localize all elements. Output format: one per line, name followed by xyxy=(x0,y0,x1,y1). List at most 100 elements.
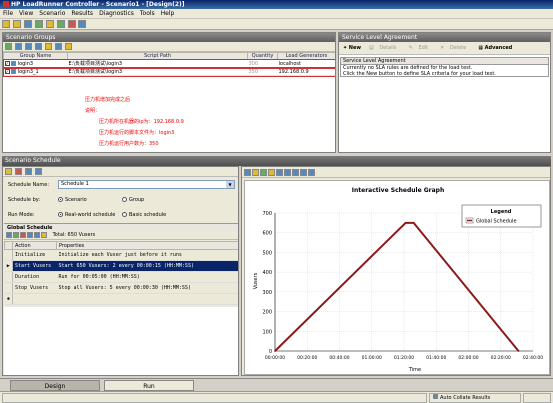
new-schedule-icon[interactable] xyxy=(5,168,12,175)
remove-action-icon[interactable] xyxy=(20,232,26,238)
col-group-name[interactable]: Group Name xyxy=(3,52,68,60)
window-title-bar: HP LoadRunner Controller - Scenario1 - [… xyxy=(0,0,553,9)
interactive-schedule-graph[interactable]: Interactive Schedule Graph Vusers Time 0… xyxy=(244,180,550,375)
table-row[interactable]: Initialize Initialize each Vuser just be… xyxy=(4,249,238,261)
auto-collate-status: Auto Collate Results xyxy=(429,393,521,403)
vusers-icon[interactable] xyxy=(14,43,22,50)
start-icon[interactable] xyxy=(5,43,12,50)
script-path: E:\负载项目测试\login3 xyxy=(67,67,248,76)
chevron-down-icon[interactable]: ▼ xyxy=(226,181,234,188)
x-tick-label: 01:40:00 xyxy=(426,355,446,361)
total-vusers: Total: 650 Vusers xyxy=(52,232,96,238)
legend-series-name: Global Schedule xyxy=(476,219,517,225)
stop-icon[interactable] xyxy=(67,20,76,28)
col-load-generators[interactable]: Load Generators xyxy=(277,52,335,60)
properties-cell: Start 650 Vusers: 2 every 00:00:15 (HH:M… xyxy=(56,260,238,272)
menu-results[interactable]: Results xyxy=(68,9,96,19)
global-schedule-table: Action Properties Initialize Initialize … xyxy=(4,241,238,305)
table-row[interactable]: ✓ login3_1 E:\负载项目测试\login3 350 192.168.… xyxy=(3,66,335,77)
help-icon[interactable] xyxy=(78,20,87,28)
group-enabled-checkbox[interactable]: ✓ xyxy=(4,60,10,66)
add-action-icon[interactable] xyxy=(13,232,19,238)
table-row[interactable]: Duration Run for 00:05:00 (HH:MM:SS) xyxy=(4,271,238,283)
col-properties[interactable]: Properties xyxy=(56,241,238,250)
graph-view-icon[interactable] xyxy=(276,169,283,176)
sla-box: Service Level Agreement Currently no SLA… xyxy=(340,57,549,77)
open-icon[interactable] xyxy=(12,20,21,28)
sla-new-button[interactable]: ✦ New xyxy=(339,42,365,55)
tab-run[interactable]: Run xyxy=(104,380,194,391)
menu-help[interactable]: Help xyxy=(158,9,178,19)
move-down-icon[interactable] xyxy=(34,232,40,238)
table-row[interactable]: ✓ login3 E:\负载项目测试\login3 300 localhost xyxy=(3,58,335,69)
series-point[interactable] xyxy=(412,221,415,224)
y-tick-label: 0 xyxy=(269,349,272,355)
zoom-out-icon[interactable] xyxy=(300,169,307,176)
sla-delete-button[interactable]: ✕ Delete xyxy=(436,42,474,55)
y-tick-label: 200 xyxy=(262,310,272,316)
schedule-by-group-radio[interactable]: Group xyxy=(122,197,144,203)
zoom-reset-icon[interactable] xyxy=(308,169,315,176)
zoom-in-icon[interactable] xyxy=(292,169,299,176)
series-point[interactable] xyxy=(517,350,520,352)
table-row[interactable]: Stop Vusers Stop all Vusers: 5 every 00:… xyxy=(4,282,238,294)
menu-scenario[interactable]: Scenario xyxy=(36,9,68,19)
collapse-icon[interactable] xyxy=(41,232,47,238)
analysis-icon[interactable] xyxy=(56,20,65,28)
delete-schedule-icon[interactable] xyxy=(14,168,22,175)
runtime-settings-icon[interactable] xyxy=(64,43,72,50)
col-action[interactable]: Action xyxy=(12,241,57,250)
sla-advanced-button[interactable]: ▦ Advanced xyxy=(474,42,516,55)
edit-action-icon[interactable] xyxy=(6,232,12,238)
sla-details-button[interactable]: ▤ Details xyxy=(365,42,405,55)
run-icon[interactable] xyxy=(34,20,43,28)
refresh-icon[interactable] xyxy=(34,168,42,175)
load-generator: 192.168.0.9 xyxy=(277,67,335,76)
y-axis-label: Vusers xyxy=(253,272,259,289)
tab-design[interactable]: Design xyxy=(10,380,100,391)
save-icon[interactable] xyxy=(23,20,32,28)
graph-edit-icon[interactable] xyxy=(244,169,251,176)
main-toolbar xyxy=(0,19,553,30)
chart-icon[interactable] xyxy=(45,20,54,28)
menu-view[interactable]: View xyxy=(16,9,36,19)
run-mode-real-world-radio[interactable]: Real-world schedule xyxy=(58,212,115,218)
menu-diagnostics[interactable]: Diagnostics xyxy=(96,9,137,19)
group-enabled-checkbox[interactable]: ✓ xyxy=(4,68,10,74)
quantity: 300 xyxy=(247,59,278,68)
menu-tools[interactable]: Tools xyxy=(137,9,158,19)
move-up-icon[interactable] xyxy=(27,232,33,238)
x-tick-label: 02:00:00 xyxy=(458,355,478,361)
table-row[interactable]: ▶ Start Vusers Start 650 Vusers: 2 every… xyxy=(4,260,238,272)
scenario-groups-header: Scenario Groups xyxy=(3,33,335,42)
graph-grid-icon[interactable] xyxy=(284,169,291,176)
schedule-panel: Schedule Name: Schedule 1 ▼ Schedule by:… xyxy=(2,166,239,376)
sla-panel: Service Level Agreement ✦ New ▤ Details ✎ … xyxy=(338,32,551,153)
edit-script-icon[interactable] xyxy=(54,43,62,50)
schedule-name-select[interactable]: Schedule 1 ▼ xyxy=(58,180,235,189)
schedule-name-label: Schedule Name: xyxy=(8,182,50,188)
rename-schedule-icon[interactable] xyxy=(24,168,32,175)
schedule-by-scenario-radio[interactable]: Scenario xyxy=(58,197,87,203)
series-point[interactable] xyxy=(404,221,407,224)
sla-edit-button[interactable]: ✎ Edit xyxy=(405,42,436,55)
table-row[interactable]: ✱ xyxy=(4,293,238,305)
tick-layer: 0 100 200 300 400 500 600 700 00:00:00 00:20:00 00… xyxy=(262,211,543,361)
group-icon xyxy=(11,68,17,74)
details-icon[interactable] xyxy=(44,43,52,50)
col-quantity[interactable]: Quantity xyxy=(247,52,278,60)
load-generator: localhost xyxy=(277,59,335,68)
group-icon[interactable] xyxy=(34,43,42,50)
series-point[interactable] xyxy=(274,350,276,352)
menu-file[interactable]: File xyxy=(0,9,16,19)
run-mode-basic-radio[interactable]: Basic schedule xyxy=(122,212,166,218)
graph-add-icon[interactable] xyxy=(260,169,267,176)
col-script-path[interactable]: Script Path xyxy=(67,52,248,60)
action-cell: Stop Vusers xyxy=(12,282,57,294)
new-scenario-icon[interactable] xyxy=(2,20,10,28)
graph-pencil-icon[interactable] xyxy=(268,169,275,176)
graph-new-action-icon[interactable] xyxy=(252,169,259,176)
add-vusers-icon[interactable] xyxy=(24,43,32,50)
series-line-global-schedule[interactable] xyxy=(274,221,520,352)
schedule-toolbar xyxy=(3,167,238,177)
